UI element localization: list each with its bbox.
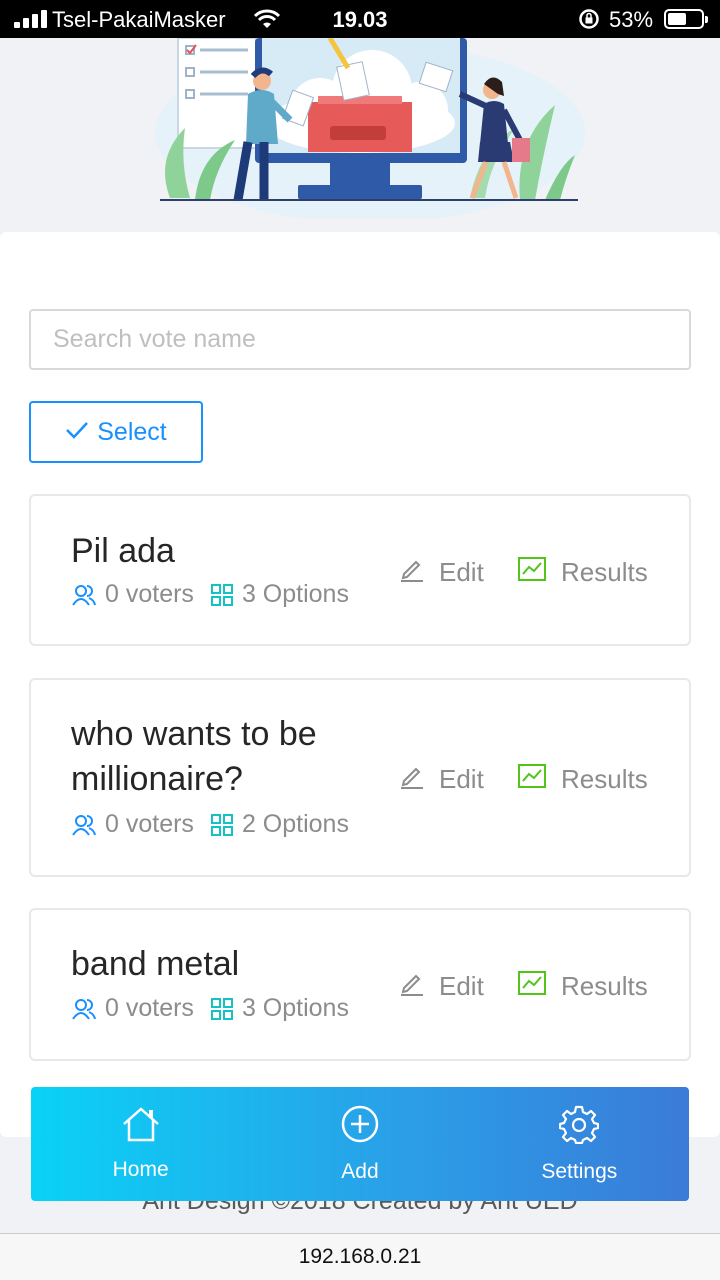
battery-percentage: 53% [609,7,654,32]
results-button[interactable]: Results [517,970,648,1003]
edit-button[interactable]: Edit [399,556,484,589]
voters-count: 0 voters [105,580,194,608]
tab-home[interactable]: Home [31,1087,250,1201]
vote-title: band metal [71,945,240,983]
line-chart-icon [517,970,547,1003]
vote-title: who wants to be millionaire? [71,715,317,798]
vote-card[interactable]: who wants to be millionaire? 0 voters 2 … [29,678,691,877]
edit-button[interactable]: Edit [399,763,484,796]
line-chart-icon [517,556,547,589]
vote-meta: 0 voters 3 Options [71,994,349,1023]
voters-icon [71,997,97,1021]
options-count: 2 Options [241,810,349,838]
plus-circle-icon [340,1104,380,1150]
options-icon [210,997,234,1021]
results-button[interactable]: Results [517,556,648,589]
select-button[interactable]: Select [29,401,203,463]
line-chart-icon [517,763,547,796]
edit-button[interactable]: Edit [399,970,484,1003]
edit-label: Edit [439,764,484,794]
edit-label: Edit [439,557,484,587]
options-count: 3 Options [241,994,349,1022]
vote-card[interactable]: Pil ada 0 voters 3 Options Edit Results [29,494,691,646]
vote-title: Pil ada [71,532,175,570]
rotation-lock-icon [578,8,600,36]
battery-icon [664,9,708,29]
vote-meta: 0 voters 3 Options [71,580,349,609]
edit-icon [399,556,425,589]
select-button-label: Select [97,417,167,446]
results-button[interactable]: Results [517,763,648,796]
edit-label: Edit [439,971,484,1001]
vote-meta: 0 voters 2 Options [71,810,349,839]
edit-icon [399,970,425,1003]
vote-card[interactable]: band metal 0 voters 3 Options Edit Resul… [29,908,691,1061]
gear-icon [559,1104,600,1150]
options-count: 3 Options [241,580,349,608]
browser-url-bar[interactable]: 192.168.0.21 [0,1233,720,1280]
results-label: Results [561,764,648,794]
voting-illustration [0,36,720,223]
voters-count: 0 voters [105,810,194,838]
tab-add-label: Add [341,1160,379,1183]
results-label: Results [561,557,648,587]
tab-add[interactable]: Add [250,1087,469,1201]
tab-settings[interactable]: Settings [470,1087,689,1201]
edit-icon [399,763,425,796]
home-icon [121,1106,161,1148]
voters-count: 0 voters [105,994,194,1022]
search-input[interactable] [29,309,691,370]
options-icon [210,813,234,837]
tab-settings-label: Settings [541,1160,618,1183]
options-icon [210,583,234,607]
results-label: Results [561,971,648,1001]
check-icon [65,418,89,447]
voters-icon [71,813,97,837]
bottom-tab-bar: Home Add Settings [31,1087,689,1201]
status-bar: Tsel-PakaiMasker 19.03 53% [0,0,720,38]
voters-icon [71,583,97,607]
tab-home-label: Home [112,1158,169,1181]
content-panel: Select Pil ada 0 voters 3 Options Edit [0,232,720,1137]
